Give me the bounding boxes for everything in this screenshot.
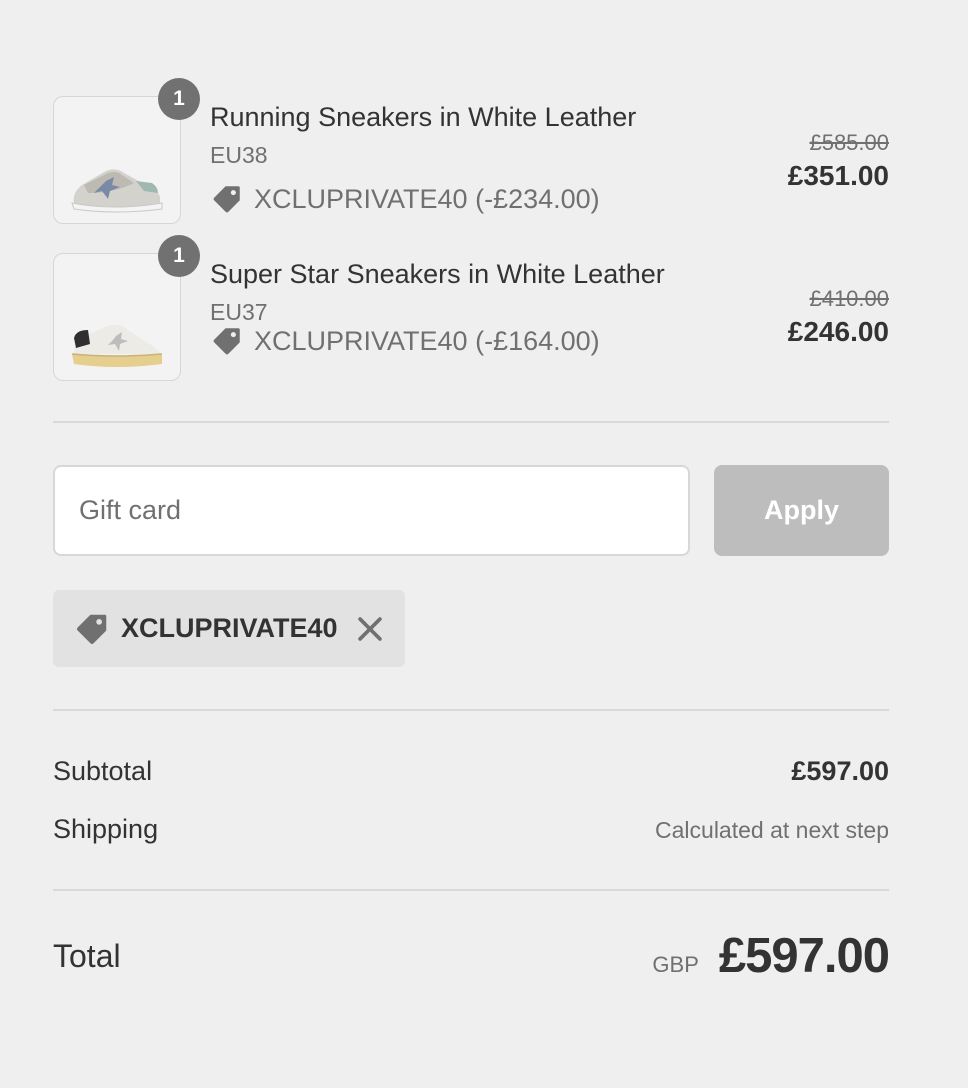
gift-card-input[interactable]: [53, 465, 690, 556]
price-block: £585.00 £351.00: [788, 128, 889, 194]
tag-icon: [213, 328, 240, 355]
original-price: £410.00: [809, 286, 889, 311]
product-variant: EU37: [210, 299, 268, 325]
item-discount: XCLUPRIVATE40 (-£164.00): [210, 324, 600, 358]
original-price: £585.00: [809, 130, 889, 155]
discount-code-label: XCLUPRIVATE40: [121, 613, 338, 643]
product-title: Running Sneakers in White Leather: [210, 102, 637, 132]
applied-discount-chip: XCLUPRIVATE40: [53, 590, 405, 667]
quantity-badge: 1: [158, 235, 200, 277]
superstar-sneaker-image: [71, 324, 163, 367]
divider: [53, 709, 889, 711]
divider: [53, 421, 889, 423]
subtotal-label: Subtotal: [53, 756, 153, 786]
shipping-value: Calculated at next step: [655, 817, 889, 843]
quantity-badge: 1: [158, 78, 200, 120]
discount-label: XCLUPRIVATE40 (-£234.00): [254, 183, 600, 214]
running-sneaker-image: [71, 169, 163, 213]
tag-icon: [76, 614, 107, 645]
product-thumbnail: [53, 96, 181, 224]
grand-total: £597.00: [718, 929, 890, 983]
total-amount: GBP £597.00: [652, 928, 890, 984]
close-icon[interactable]: [353, 612, 387, 646]
apply-button[interactable]: Apply: [714, 465, 889, 556]
currency-code: GBP: [652, 952, 699, 977]
final-price: £246.00: [787, 316, 889, 347]
divider: [53, 889, 889, 891]
line-item: 1 Super Star Sneakers in White Leather E…: [53, 235, 889, 383]
subtotal-value: £597.00: [791, 756, 889, 786]
final-price: £351.00: [787, 160, 889, 191]
price-block: £410.00 £246.00: [788, 284, 889, 350]
product-variant: EU38: [210, 142, 268, 168]
product-thumbnail-wrapper: 1: [53, 78, 200, 224]
total-label: Total: [53, 938, 121, 974]
item-discount: XCLUPRIVATE40 (-£234.00): [210, 182, 600, 216]
line-item: 1 Running Sneakers in White Leather EU38…: [53, 78, 889, 226]
discount-label: XCLUPRIVATE40 (-£164.00): [254, 325, 600, 356]
product-thumbnail: [53, 253, 181, 381]
product-thumbnail-wrapper: 1: [53, 235, 200, 381]
product-title: Super Star Sneakers in White Leather: [210, 259, 665, 289]
shipping-label: Shipping: [53, 814, 159, 844]
tag-icon: [213, 186, 240, 213]
